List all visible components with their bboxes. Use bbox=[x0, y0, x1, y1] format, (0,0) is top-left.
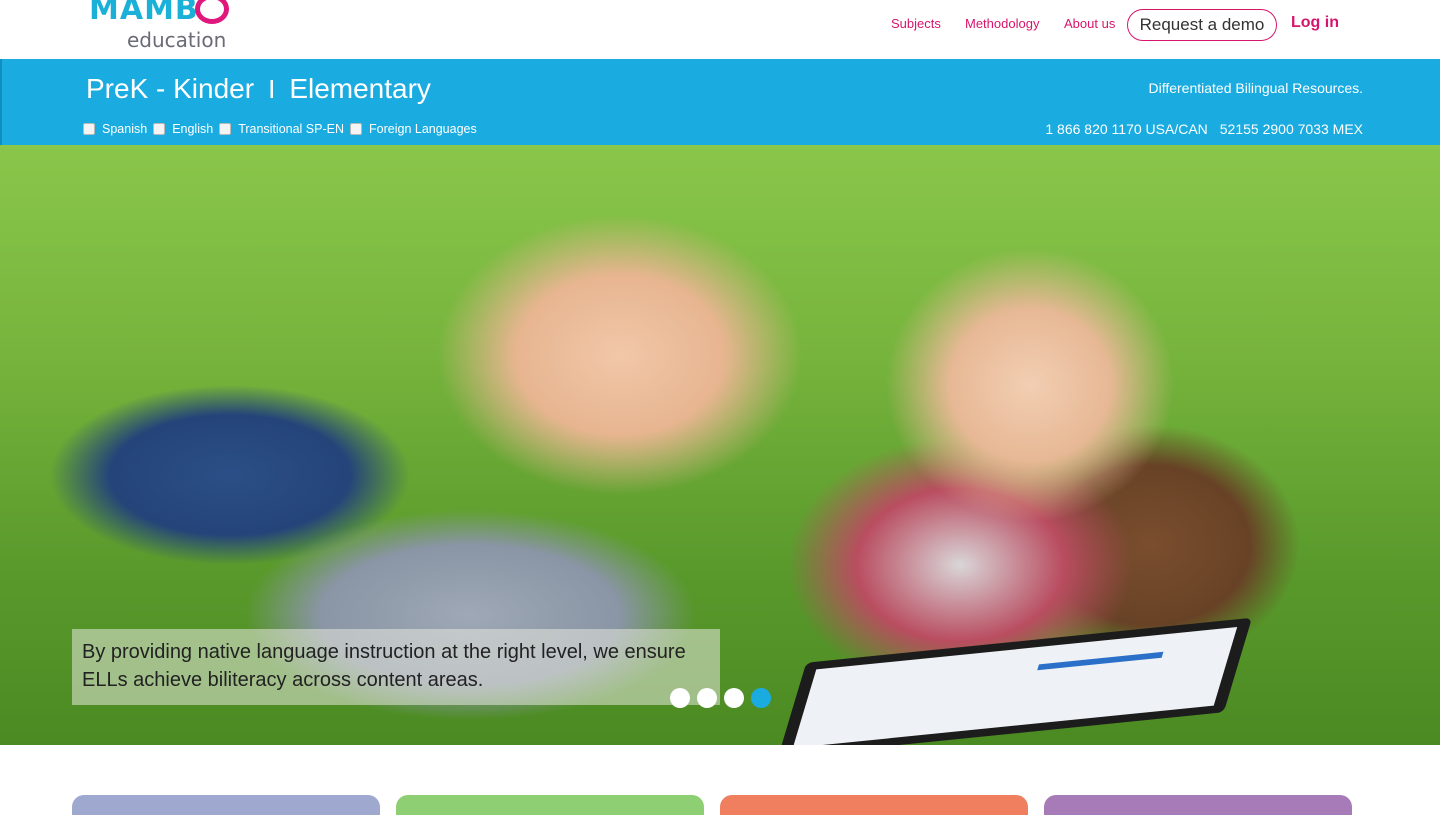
subject-card-1[interactable] bbox=[72, 795, 380, 815]
level-separator: I bbox=[268, 74, 276, 104]
phone-mex[interactable]: 52155 2900 7033 MEX bbox=[1220, 121, 1363, 137]
logo-subtitle: education bbox=[127, 28, 227, 52]
spanish-label[interactable]: Spanish bbox=[102, 122, 147, 136]
subject-card-3[interactable] bbox=[720, 795, 1028, 815]
carousel-dot-1[interactable] bbox=[670, 688, 690, 708]
site-header: MAMB education Subjects Methodology Abou… bbox=[0, 0, 1440, 59]
transitional-label[interactable]: Transitional SP-EN bbox=[238, 122, 344, 136]
english-checkbox[interactable] bbox=[153, 123, 166, 135]
request-demo-button[interactable]: Request a demo bbox=[1127, 9, 1277, 41]
nav-subjects-link[interactable]: Subjects bbox=[891, 16, 941, 31]
language-filters: Spanish English Transitional SP-EN Forei… bbox=[83, 122, 483, 136]
subject-card-2[interactable] bbox=[396, 795, 704, 815]
logo-q-mark bbox=[195, 0, 229, 24]
level-band: PreK - Kinder I Elementary Differentiated … bbox=[0, 59, 1440, 145]
english-label[interactable]: English bbox=[172, 122, 213, 136]
nav-about-link[interactable]: About us bbox=[1064, 16, 1115, 31]
carousel-dot-2[interactable] bbox=[697, 688, 717, 708]
phone-usa-can[interactable]: 1 866 820 1170 USA/CAN bbox=[1045, 121, 1207, 137]
level-selector: PreK - Kinder I Elementary bbox=[86, 73, 431, 105]
carousel-dot-4[interactable] bbox=[751, 688, 771, 708]
login-link[interactable]: Log in bbox=[1291, 14, 1339, 32]
carousel-indicators bbox=[670, 688, 778, 708]
hero-photo-tablet-screen bbox=[792, 626, 1238, 745]
subject-cards bbox=[0, 795, 1440, 815]
level-elementary-link[interactable]: Elementary bbox=[289, 73, 431, 104]
logo-wordmark: MAMB bbox=[89, 0, 199, 27]
foreign-languages-checkbox[interactable] bbox=[350, 123, 363, 135]
hero-caption: By providing native language instruction… bbox=[72, 629, 720, 705]
transitional-checkbox[interactable] bbox=[219, 123, 232, 135]
hero-photo-tablet bbox=[777, 617, 1253, 745]
spanish-checkbox[interactable] bbox=[83, 123, 95, 135]
level-prek-kinder-link[interactable]: PreK - Kinder bbox=[86, 73, 254, 104]
subject-card-4[interactable] bbox=[1044, 795, 1352, 815]
phone-numbers: 1 866 820 1170 USA/CAN 52155 2900 7033 ME… bbox=[1045, 121, 1363, 137]
hero-photo-tablet-bar bbox=[1037, 651, 1164, 671]
foreign-languages-label[interactable]: Foreign Languages bbox=[369, 122, 477, 136]
hero-caption-text: By providing native language instruction… bbox=[82, 641, 686, 691]
hero-carousel[interactable]: By providing native language instruction… bbox=[0, 145, 1440, 745]
logo[interactable]: MAMB education bbox=[89, 0, 239, 55]
nav-methodology-link[interactable]: Methodology bbox=[965, 16, 1039, 31]
carousel-dot-3[interactable] bbox=[724, 688, 744, 708]
tagline: Differentiated Bilingual Resources. bbox=[1148, 80, 1363, 96]
